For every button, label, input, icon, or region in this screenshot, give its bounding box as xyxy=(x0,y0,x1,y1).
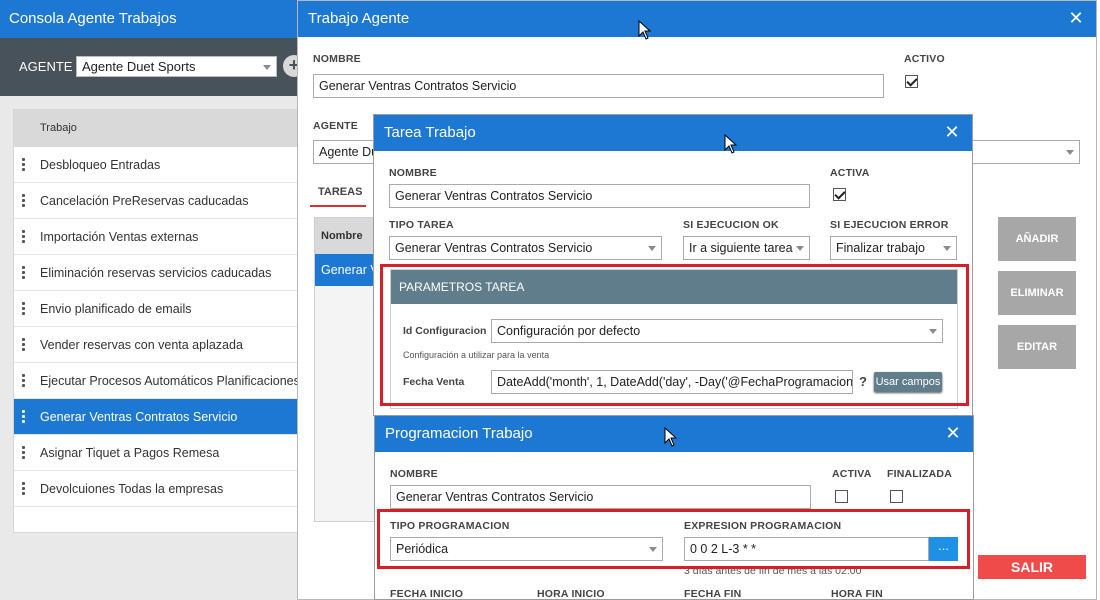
nombre-label: NOMBRE xyxy=(313,53,361,65)
list-item[interactable]: Asignar Tiquet a Pagos Remesa xyxy=(14,435,302,471)
agent-select[interactable]: Agente Duet Sports xyxy=(76,56,277,77)
list-item-label: Ejecutar Procesos Automáticos Planificac… xyxy=(40,374,302,388)
list-item[interactable]: Generar Ventras Contratos Servicio xyxy=(14,399,302,435)
hora-fin-label: HORA FIN xyxy=(831,588,883,600)
nombre-input[interactable]: Generar Ventras Contratos Servicio xyxy=(313,74,884,98)
ejecucion-error-label: SI EJECUCION ERROR xyxy=(830,219,949,231)
chevron-down-icon xyxy=(796,246,804,251)
list-item[interactable]: Desbloqueo Entradas xyxy=(14,147,302,183)
list-item[interactable]: Cancelación PreReservas caducadas xyxy=(14,183,302,219)
drag-handle-icon[interactable] xyxy=(22,374,25,388)
drag-handle-icon[interactable] xyxy=(22,230,25,244)
ejecucion-ok-label: SI EJECUCION OK xyxy=(683,219,779,231)
activo-label: ACTIVO xyxy=(904,53,945,65)
fecha-inicio-label: FECHA INICIO xyxy=(390,588,464,600)
fecha-fin-label: FECHA FIN xyxy=(684,588,742,600)
trabajo-title: Trabajo Agente xyxy=(298,1,1096,37)
tab-tareas[interactable]: TAREAS xyxy=(310,181,370,203)
drag-handle-icon[interactable] xyxy=(22,338,25,352)
tarea-nombre-label: NOMBRE xyxy=(389,167,437,179)
hora-inicio-label: HORA INICIO xyxy=(537,588,605,600)
anadir-button[interactable]: AÑADIR xyxy=(998,217,1076,261)
list-item-label: Asignar Tiquet a Pagos Remesa xyxy=(40,446,220,460)
mouse-cursor-icon xyxy=(664,427,678,447)
list-item[interactable]: Importación Ventas externas xyxy=(14,219,302,255)
jobs-list-header: Trabajo xyxy=(14,110,302,147)
salir-button[interactable]: SALIR xyxy=(978,555,1086,579)
ejecucion-ok-value: Ir a siguiente tarea xyxy=(689,241,793,255)
chevron-down-icon xyxy=(943,246,951,251)
list-item-label: Cancelación PreReservas caducadas xyxy=(40,194,249,208)
activa-label: ACTIVA xyxy=(830,167,870,179)
close-icon[interactable]: ✕ xyxy=(1068,9,1084,27)
drag-handle-icon[interactable] xyxy=(22,194,25,208)
close-icon[interactable]: ✕ xyxy=(944,123,960,141)
drag-handle-icon[interactable] xyxy=(22,302,25,316)
drag-handle-icon[interactable] xyxy=(22,446,25,460)
list-item[interactable]: Envio planificado de emails xyxy=(14,291,302,327)
list-item-label: Eliminación reservas servicios caducadas xyxy=(40,266,272,280)
drag-handle-icon[interactable] xyxy=(22,410,25,424)
console-title: Consola Agente Trabajos xyxy=(0,0,300,38)
highlight-box-parametros xyxy=(380,264,969,406)
drag-handle-icon[interactable] xyxy=(22,482,25,496)
tarea-title: Tarea Trabajo xyxy=(374,115,972,151)
tab-tareas-underline xyxy=(310,205,366,207)
list-item-label: Generar Ventras Contratos Servicio xyxy=(40,410,238,424)
chevron-down-icon xyxy=(263,64,271,70)
agent-label: AGENTE xyxy=(19,59,73,74)
finalizada-label: FINALIZADA xyxy=(887,468,952,480)
list-item[interactable]: Devolcuiones Todas la empresas xyxy=(14,471,302,507)
ejecucion-error-select[interactable]: Finalizar trabajo xyxy=(830,236,957,260)
drag-handle-icon[interactable] xyxy=(22,158,25,172)
chevron-down-icon xyxy=(1066,150,1074,155)
mouse-cursor-icon xyxy=(638,20,652,40)
list-item-label: Vender reservas con venta aplazada xyxy=(40,338,243,352)
drag-handle-icon[interactable] xyxy=(22,266,25,280)
finalizada-checkbox[interactable] xyxy=(890,490,903,503)
list-item-label: Envio planificado de emails xyxy=(40,302,192,316)
jobs-list: Trabajo Desbloqueo Entradas Cancelación P… xyxy=(13,109,303,533)
prog-nombre-label: NOMBRE xyxy=(390,468,438,480)
close-icon[interactable]: ✕ xyxy=(945,424,961,442)
tipo-tarea-label: TIPO TAREA xyxy=(389,219,454,231)
list-item[interactable]: Ejecutar Procesos Automáticos Planificac… xyxy=(14,363,302,399)
tipo-tarea-select[interactable]: Generar Ventras Contratos Servicio xyxy=(389,236,662,260)
prog-activa-checkbox[interactable] xyxy=(835,490,848,503)
agent-select-value: Agente Duet Sports xyxy=(82,59,196,74)
list-item-label: Importación Ventas externas xyxy=(40,230,199,244)
list-item-label: Desbloqueo Entradas xyxy=(40,158,161,172)
tipo-tarea-value: Generar Ventras Contratos Servicio xyxy=(395,241,593,255)
list-item[interactable]: Vender reservas con venta aplazada xyxy=(14,327,302,363)
agente-label: AGENTE xyxy=(313,120,358,132)
prog-activa-label: ACTIVA xyxy=(832,468,872,480)
list-item-label: Devolcuiones Todas la empresas xyxy=(40,482,224,496)
ejecucion-ok-select[interactable]: Ir a siguiente tarea xyxy=(683,236,810,260)
mouse-cursor-icon xyxy=(724,134,738,154)
prog-nombre-input[interactable]: Generar Ventras Contratos Servicio xyxy=(390,485,811,509)
highlight-box-programacion xyxy=(377,509,970,569)
activo-checkbox[interactable] xyxy=(905,75,918,88)
ejecucion-error-value: Finalizar trabajo xyxy=(836,241,925,255)
editar-button[interactable]: EDITAR xyxy=(998,325,1076,369)
activa-checkbox[interactable] xyxy=(833,188,846,201)
tarea-nombre-input[interactable]: Generar Ventras Contratos Servicio xyxy=(389,184,810,208)
console-window: Consola Agente Trabajos AGENTE Agente Du… xyxy=(0,0,305,600)
eliminar-button[interactable]: ELIMINAR xyxy=(998,271,1076,315)
chevron-down-icon xyxy=(648,246,656,251)
list-item[interactable]: Eliminación reservas servicios caducadas xyxy=(14,255,302,291)
